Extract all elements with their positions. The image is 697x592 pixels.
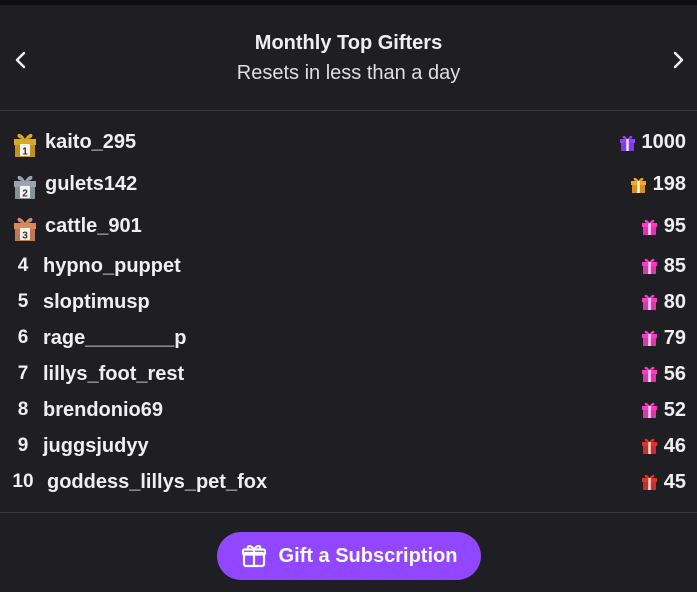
leaderboard-row[interactable]: 10 goddess_lillys_pet_fox 45 xyxy=(0,464,697,500)
gift-count: 46 xyxy=(663,435,686,457)
gifter-username[interactable]: goddess_lillys_pet_fox xyxy=(47,471,267,494)
gifter-username[interactable]: hypno_puppet xyxy=(43,255,181,278)
gift-icon xyxy=(641,258,657,274)
gift-icon xyxy=(641,402,657,418)
leaderboard-row[interactable]: 4 hypno_puppet 85 xyxy=(0,248,697,284)
leaderboard-header: Monthly Top Gifters Resets in less than … xyxy=(0,5,697,111)
gift-icon xyxy=(641,219,657,235)
leaderboard-title: Monthly Top Gifters xyxy=(254,32,443,54)
gifter-username[interactable]: sloptimusp xyxy=(43,291,150,314)
leaderboard-row[interactable]: 7 lillys_foot_rest 56 xyxy=(0,356,697,392)
gifter-username[interactable]: rage________p xyxy=(43,327,186,350)
svg-text:3: 3 xyxy=(22,231,28,242)
gift-icon xyxy=(641,330,657,346)
leaderboard-row[interactable]: 1 kaito_295 1000 xyxy=(0,122,697,164)
svg-text:2: 2 xyxy=(22,189,28,200)
footer-divider xyxy=(0,512,697,513)
gifter-username[interactable]: brendonio69 xyxy=(43,399,163,422)
leaderboard-row[interactable]: 3 cattle_901 95 xyxy=(0,206,697,248)
gifter-username[interactable]: cattle_901 xyxy=(45,215,142,238)
gift-subscription-button[interactable]: Gift a Subscription xyxy=(217,532,481,580)
gifter-username[interactable]: gulets142 xyxy=(45,173,137,196)
gift-icon xyxy=(641,474,657,490)
rank-badge-icon: 3 xyxy=(14,217,36,242)
gift-subscription-label: Gift a Subscription xyxy=(278,544,458,567)
reset-info: Resets in less than a day xyxy=(236,62,461,84)
gift-count: 52 xyxy=(663,399,686,421)
gift-count: 79 xyxy=(663,327,686,349)
gift-icon xyxy=(241,545,266,568)
gift-icon xyxy=(641,366,657,382)
gift-icon xyxy=(641,294,657,310)
rank-number: 6 xyxy=(17,327,29,348)
gift-count: 95 xyxy=(663,215,686,237)
next-button[interactable] xyxy=(663,45,693,75)
gift-count: 45 xyxy=(663,471,686,493)
leaderboard-row[interactable]: 9 juggsjudyy 46 xyxy=(0,428,697,464)
gift-count: 198 xyxy=(652,173,686,195)
gifter-username[interactable]: lillys_foot_rest xyxy=(43,363,184,386)
leaderboard-list: 1 kaito_295 1000 2 gulets142 198 3 cattle_901 95… xyxy=(0,122,697,500)
gift-count: 1000 xyxy=(641,131,687,153)
gift-icon xyxy=(630,177,646,193)
rank-number: 4 xyxy=(17,255,29,276)
rank-badge-icon: 2 xyxy=(14,175,36,200)
rank-number: 7 xyxy=(17,363,29,384)
leaderboard-row[interactable]: 6 rage________p 79 xyxy=(0,320,697,356)
gifter-username[interactable]: kaito_295 xyxy=(45,131,136,154)
leaderboard-row[interactable]: 8 brendonio69 52 xyxy=(0,392,697,428)
gift-icon xyxy=(619,135,635,151)
svg-text:1: 1 xyxy=(22,147,28,158)
rank-number: 8 xyxy=(17,399,29,420)
rank-number: 5 xyxy=(17,291,29,312)
rank-badge-icon: 1 xyxy=(14,133,36,158)
rank-number: 9 xyxy=(17,435,29,456)
chevron-right-icon xyxy=(673,51,684,69)
gift-count: 85 xyxy=(663,255,686,277)
rank-number: 10 xyxy=(12,471,34,492)
gift-count: 56 xyxy=(663,363,686,385)
gift-icon xyxy=(641,438,657,454)
gifter-username[interactable]: juggsjudyy xyxy=(43,435,149,458)
leaderboard-row[interactable]: 2 gulets142 198 xyxy=(0,164,697,206)
gift-count: 80 xyxy=(663,291,686,313)
leaderboard-row[interactable]: 5 sloptimusp 80 xyxy=(0,284,697,320)
